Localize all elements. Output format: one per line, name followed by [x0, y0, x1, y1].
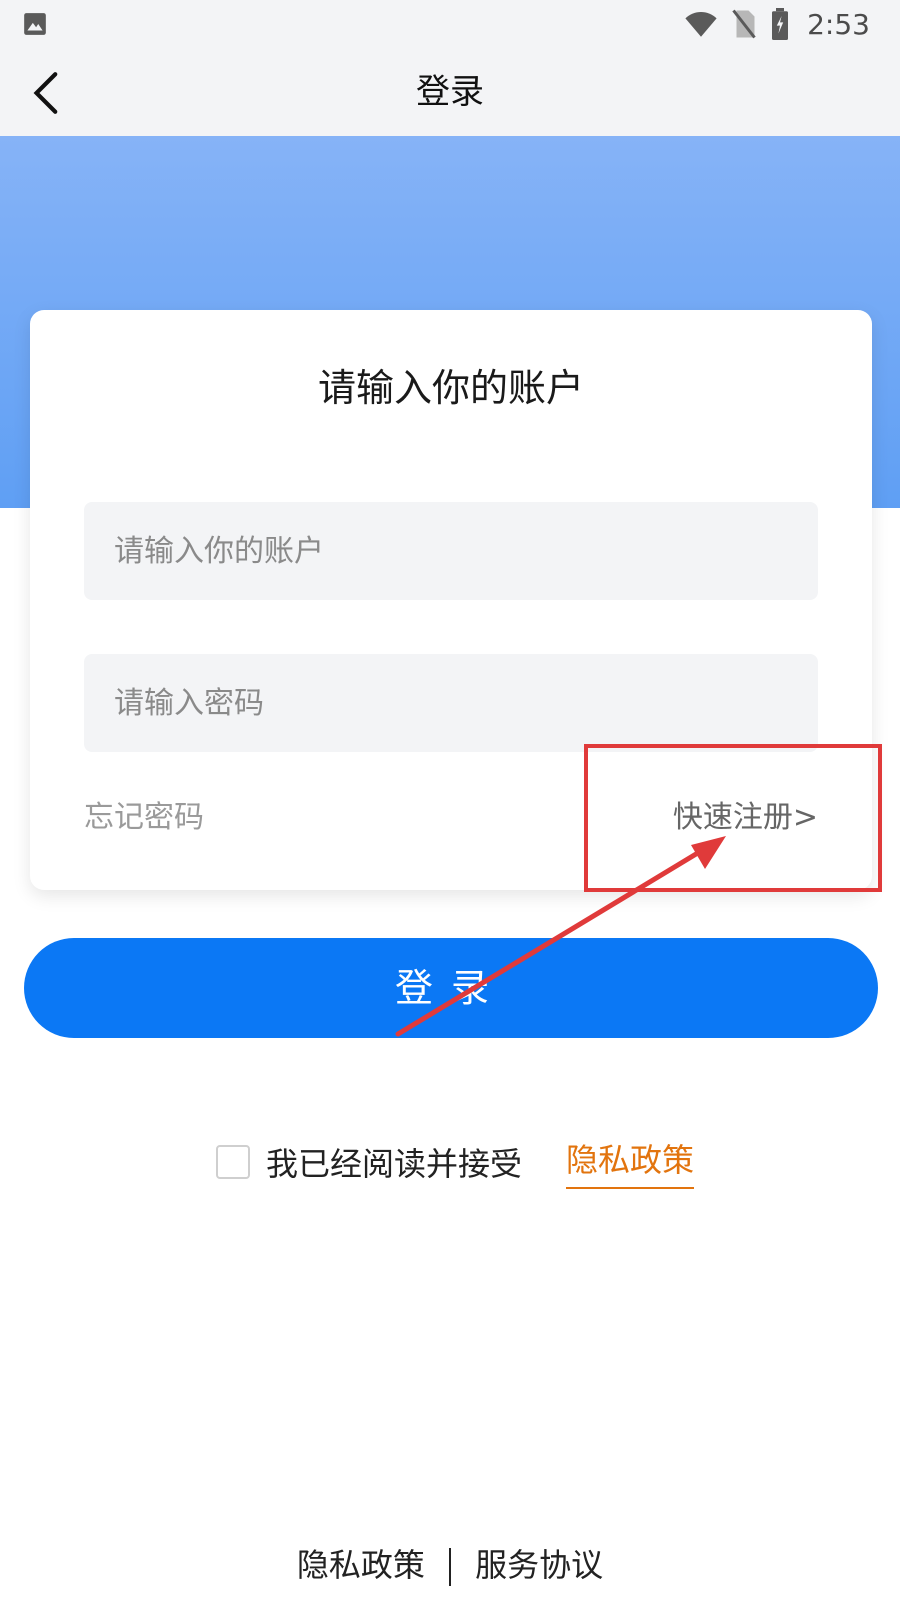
agreement-checkbox[interactable]	[216, 1145, 250, 1179]
forgot-password-link[interactable]: 忘记密码	[84, 796, 204, 840]
password-field	[84, 654, 818, 752]
wifi-icon	[685, 11, 717, 37]
status-bar: 2:53	[0, 0, 900, 50]
footer-divider	[449, 1548, 451, 1586]
footer-links: 隐私政策 服务协议	[0, 1540, 900, 1590]
agreement-row: 我已经阅读并接受 隐私政策	[216, 1134, 695, 1190]
card-title: 请输入你的账户	[317, 366, 584, 410]
quick-register-link[interactable]: 快速注册>	[673, 796, 818, 840]
top-navbar: 登录	[0, 50, 900, 136]
password-input[interactable]	[84, 654, 818, 752]
agreement-text: 我已经阅读并接受	[266, 1145, 523, 1183]
page-title: 登录	[416, 72, 484, 112]
login-card: 请输入你的账户 忘记密码 快速注册>	[30, 310, 872, 890]
no-sim-icon	[732, 9, 756, 39]
footer-service-link[interactable]: 服务协议	[475, 1546, 603, 1584]
footer-privacy-link[interactable]: 隐私政策	[297, 1546, 425, 1584]
login-button[interactable]: 登录	[24, 938, 878, 1038]
account-field	[84, 502, 818, 600]
battery-charging-icon	[772, 8, 788, 40]
privacy-policy-link[interactable]: 隐私政策	[566, 1135, 695, 1189]
status-time: 2:53	[807, 8, 870, 41]
status-icons	[684, 8, 790, 40]
gallery-icon	[24, 13, 46, 35]
account-input[interactable]	[84, 502, 818, 600]
